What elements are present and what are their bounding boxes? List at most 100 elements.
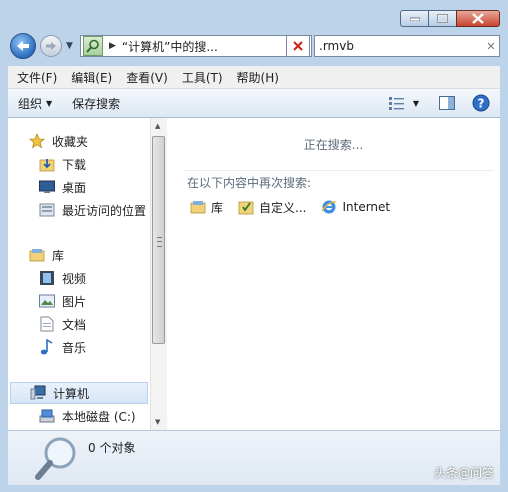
nav-computer[interactable]: 计算机 [10, 382, 148, 404]
drive-icon [38, 407, 56, 425]
pictures-icon [38, 292, 56, 310]
nav-downloads[interactable]: 下载 [38, 153, 86, 175]
organize-label: 组织 [18, 96, 43, 111]
documents-icon [38, 315, 56, 333]
menu-edit[interactable]: 编辑(E) [66, 69, 117, 86]
recent-places-icon [38, 201, 56, 219]
search-again-locations: 库 自定义... Internet [189, 198, 404, 216]
watermark: 头条@问答 [434, 464, 494, 481]
nav-scrollbar[interactable]: ▲ ▼ [150, 118, 167, 430]
details-pane: 0 个对象 头条@问答 [8, 430, 500, 485]
explorer-window: ▼ ▶ “计算机”中的搜... ▼ .rmvb ✕ 文件(F) 编辑(E) 查看… [0, 0, 508, 492]
search-value: .rmvb [319, 39, 354, 53]
custom-folder-icon [237, 198, 255, 216]
address-row: ▼ ▶ “计算机”中的搜... ▼ .rmvb ✕ [8, 33, 500, 60]
nav-downloads-label: 下载 [62, 157, 87, 172]
nav-desktop[interactable]: 桌面 [38, 176, 86, 198]
chevron-down-icon: ▼ [412, 98, 420, 108]
divider [183, 170, 494, 171]
results-pane: 正在搜索... 在以下内容中再次搜索: 库 自定义... Internet [167, 118, 500, 430]
preview-pane-icon [439, 96, 455, 110]
nav-libraries[interactable]: 库 [28, 244, 64, 266]
grip-icon [157, 237, 162, 247]
libraries-icon [28, 246, 46, 264]
preview-pane-button[interactable] [436, 92, 458, 114]
nav-favorites[interactable]: 收藏夹 [28, 130, 88, 152]
save-search-label: 保存搜索 [72, 96, 121, 111]
back-button[interactable] [10, 33, 36, 59]
desktop-icon [38, 178, 56, 196]
nav-computer-label: 计算机 [53, 386, 90, 401]
nav-music[interactable]: 音乐 [38, 336, 86, 358]
caption-buttons [400, 10, 500, 27]
search-again-libraries[interactable]: 库 [189, 198, 223, 216]
nav-videos[interactable]: 视频 [38, 267, 86, 289]
close-button[interactable] [456, 10, 500, 27]
magnifier-icon [34, 435, 80, 486]
menu-file[interactable]: 文件(F) [12, 69, 62, 86]
recent-pages-dropdown[interactable]: ▼ [66, 41, 73, 51]
nav-libraries-label: 库 [52, 248, 65, 263]
searching-status: 正在搜索... [303, 138, 364, 152]
nav-desktop-label: 桌面 [62, 180, 87, 195]
forward-button[interactable] [40, 35, 62, 57]
maximize-button[interactable] [428, 10, 456, 27]
minimize-button[interactable] [400, 10, 428, 27]
nav-recent-label: 最近访问的位置 [62, 203, 147, 218]
help-button[interactable]: ? [470, 92, 492, 114]
search-again-custom[interactable]: 自定义... [237, 198, 306, 216]
internet-explorer-icon [320, 198, 338, 216]
organize-button[interactable]: 组织 ▼ [8, 95, 62, 112]
menu-view[interactable]: 查看(V) [121, 69, 173, 86]
internet-label: Internet [342, 200, 391, 214]
star-icon [28, 132, 46, 150]
view-options-button[interactable] [386, 92, 408, 114]
downloads-folder-icon [38, 155, 56, 173]
clear-search-icon[interactable]: ✕ [483, 40, 499, 53]
save-search-button[interactable]: 保存搜索 [62, 95, 130, 112]
video-icon [38, 269, 56, 287]
content-area: 收藏夹 下载 桌面 最近访问的位置 库 视频 图片 文档 音乐 计算机 本地磁盘… [8, 118, 500, 430]
maximize-icon [437, 14, 448, 23]
back-arrow-icon [17, 41, 29, 51]
libraries-label: 库 [211, 200, 224, 215]
breadcrumb-arrow-icon[interactable]: ▶ [109, 41, 116, 51]
nav-documents[interactable]: 文档 [38, 313, 86, 335]
chevron-down-icon: ▼ [46, 98, 53, 108]
address-bar[interactable]: ▶ “计算机”中的搜... ▼ [80, 35, 312, 57]
music-icon [38, 338, 56, 356]
nav-favorites-label: 收藏夹 [52, 134, 89, 149]
scroll-up-icon[interactable]: ▲ [155, 122, 160, 130]
minimize-icon [409, 17, 420, 21]
view-list-icon [389, 97, 404, 110]
search-again-label: 在以下内容中再次搜索: [187, 176, 312, 190]
view-dropdown-button[interactable]: ▼ [410, 92, 422, 114]
nav-local-disk-label: 本地磁盘 (C:) [62, 409, 136, 424]
menu-help[interactable]: 帮助(H) [232, 69, 284, 86]
scrollbar-thumb[interactable] [152, 136, 165, 344]
address-text: “计算机”中的搜... [121, 39, 218, 54]
menu-tools[interactable]: 工具(T) [177, 69, 228, 86]
nav-pictures-label: 图片 [62, 294, 87, 309]
item-count: 0 个对象 [88, 441, 136, 455]
navigation-pane: 收藏夹 下载 桌面 最近访问的位置 库 视频 图片 文档 音乐 计算机 本地磁盘… [8, 118, 167, 430]
nav-recent[interactable]: 最近访问的位置 [38, 199, 146, 221]
watermark-text: 头条@问答 [433, 466, 494, 480]
forward-arrow-icon [46, 42, 56, 50]
nav-pictures[interactable]: 图片 [38, 290, 86, 312]
nav-local-disk[interactable]: 本地磁盘 (C:) [38, 405, 136, 427]
help-icon: ? [472, 94, 490, 112]
nav-videos-label: 视频 [62, 271, 87, 286]
search-folder-icon [83, 36, 103, 56]
stop-search-button[interactable] [286, 35, 310, 57]
nav-music-label: 音乐 [62, 340, 87, 355]
search-again-internet[interactable]: Internet [320, 198, 390, 216]
libraries-icon [189, 198, 207, 216]
search-input[interactable]: .rmvb ✕ [314, 35, 500, 57]
menu-bar: 文件(F) 编辑(E) 查看(V) 工具(T) 帮助(H) [8, 66, 500, 89]
svg-text:?: ? [478, 97, 485, 111]
command-bar: 组织 ▼ 保存搜索 ▼ ? [8, 89, 500, 118]
nav-documents-label: 文档 [62, 317, 87, 332]
scroll-down-icon[interactable]: ▼ [155, 418, 160, 426]
close-icon [293, 41, 303, 51]
